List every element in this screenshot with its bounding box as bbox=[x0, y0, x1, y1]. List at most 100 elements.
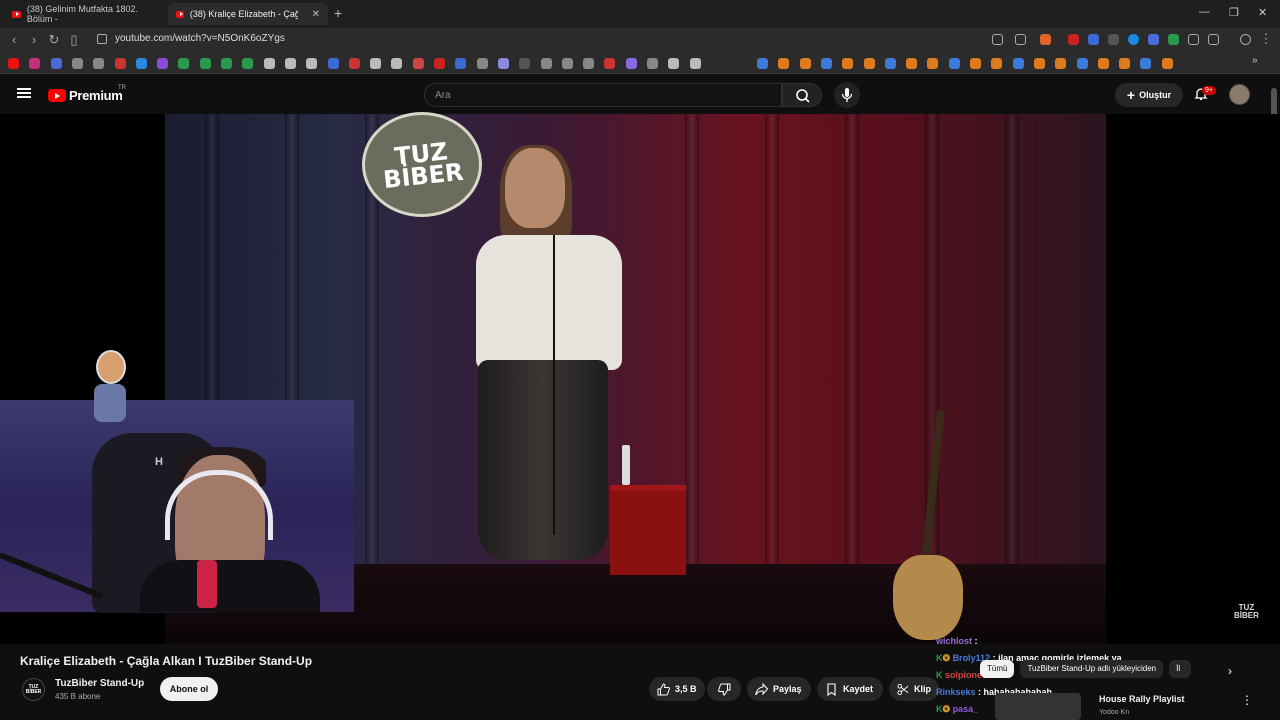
extension-icon[interactable] bbox=[1168, 34, 1179, 45]
back-icon[interactable]: ‹ bbox=[6, 32, 22, 47]
create-button[interactable]: + Oluştur bbox=[1115, 83, 1183, 107]
bookmark-favicon-icon[interactable] bbox=[263, 58, 275, 69]
subscribe-button[interactable]: Abone ol bbox=[160, 677, 218, 701]
url-field[interactable]: youtube.com/watch?v=N5OnK6oZYgs bbox=[115, 33, 285, 44]
bookmark-favicon-icon[interactable] bbox=[306, 58, 318, 69]
bookmark-favicon-icon[interactable] bbox=[476, 58, 488, 69]
search-button[interactable] bbox=[782, 83, 822, 107]
bookmark-favicon-icon[interactable] bbox=[1076, 58, 1088, 69]
share-page-icon[interactable] bbox=[1015, 34, 1026, 45]
bookmark-favicon-icon[interactable] bbox=[327, 58, 339, 69]
bookmark-favicon-icon[interactable] bbox=[647, 58, 658, 69]
extensions-puzzle-icon[interactable] bbox=[1188, 34, 1199, 45]
clip-button[interactable]: Klip bbox=[889, 677, 939, 701]
bookmark-favicon-icon[interactable] bbox=[863, 58, 875, 69]
bookmark-favicon-icon[interactable] bbox=[1097, 58, 1109, 69]
bookmark-favicon-icon[interactable] bbox=[927, 58, 939, 69]
chip-all[interactable]: Tümü bbox=[980, 660, 1015, 678]
bookmark-favicon-icon[interactable] bbox=[604, 58, 616, 69]
dislike-button[interactable] bbox=[707, 677, 741, 701]
bookmark-favicon-icon[interactable] bbox=[540, 58, 552, 69]
bookmark-favicon-icon[interactable] bbox=[284, 58, 296, 69]
bookmark-favicon-icon[interactable] bbox=[455, 58, 467, 69]
like-button[interactable]: 3,5 B bbox=[649, 677, 705, 701]
sidebar-icon[interactable] bbox=[1208, 34, 1219, 45]
site-info-icon[interactable] bbox=[97, 34, 107, 44]
browser-menu-icon[interactable]: ⋮ bbox=[1258, 31, 1274, 47]
bookmark-favicon-icon[interactable] bbox=[1161, 58, 1173, 69]
bookmark-favicon-icon[interactable] bbox=[370, 58, 382, 69]
bookmark-favicon-icon[interactable] bbox=[29, 58, 41, 69]
bookmark-favicon-icon[interactable] bbox=[948, 58, 960, 69]
bookmark-favicon-icon[interactable] bbox=[799, 58, 811, 69]
channel-avatar[interactable]: TUZ BİBER bbox=[22, 678, 45, 701]
youtube-logo[interactable]: Premium TR bbox=[48, 85, 126, 103]
bookmark-favicon-icon[interactable] bbox=[434, 58, 445, 69]
cast-icon[interactable] bbox=[992, 34, 1003, 45]
chip-related[interactable]: İl bbox=[1169, 660, 1192, 678]
search-input[interactable]: Ara bbox=[424, 83, 782, 107]
bookmark-favicon-icon[interactable] bbox=[348, 58, 360, 69]
bookmark-favicon-icon[interactable] bbox=[757, 58, 768, 69]
bookmark-favicon-icon[interactable] bbox=[497, 58, 509, 69]
more-options-icon[interactable]: ⋮ bbox=[1241, 693, 1253, 707]
bookmark-favicon-icon[interactable] bbox=[519, 58, 531, 69]
bookmark-favicon-icon[interactable] bbox=[391, 58, 403, 69]
bookmark-favicon-icon[interactable] bbox=[884, 58, 896, 69]
brave-shield-icon[interactable] bbox=[1040, 34, 1051, 45]
bookmark-favicon-icon[interactable] bbox=[135, 58, 147, 69]
minimize-button[interactable]: — bbox=[1199, 6, 1210, 18]
bookmark-favicon-icon[interactable] bbox=[71, 58, 83, 69]
new-tab-button[interactable]: + bbox=[334, 5, 342, 21]
bookmark-favicon-icon[interactable] bbox=[178, 58, 190, 69]
extension-icon[interactable] bbox=[1088, 34, 1099, 45]
bookmark-favicon-icon[interactable] bbox=[842, 58, 854, 69]
recommendation-thumbnail[interactable] bbox=[995, 693, 1081, 720]
media-icon[interactable] bbox=[1240, 34, 1251, 45]
extension-icon[interactable] bbox=[1148, 34, 1159, 45]
extension-icon[interactable] bbox=[1068, 34, 1079, 45]
bookmark-favicon-icon[interactable] bbox=[561, 58, 573, 69]
bookmark-favicon-icon[interactable] bbox=[820, 58, 832, 69]
bookmark-favicon-icon[interactable] bbox=[1140, 58, 1152, 69]
reload-icon[interactable]: ↻ bbox=[46, 32, 62, 48]
bookmark-favicon-icon[interactable] bbox=[50, 58, 62, 69]
channel-name[interactable]: TuzBiber Stand-Up bbox=[55, 678, 144, 689]
share-button[interactable]: Paylaş bbox=[747, 677, 811, 701]
bookmarks-overflow-icon[interactable]: » bbox=[1252, 55, 1263, 66]
bookmark-favicon-icon[interactable] bbox=[114, 58, 126, 69]
bookmark-favicon-icon[interactable] bbox=[970, 58, 981, 69]
bookmark-favicon-icon[interactable] bbox=[906, 58, 918, 69]
bookmark-favicon-icon[interactable] bbox=[93, 58, 105, 69]
close-window-button[interactable]: ✕ bbox=[1258, 6, 1267, 19]
chevron-right-icon[interactable]: › bbox=[1228, 664, 1232, 678]
extension-icon[interactable] bbox=[1128, 34, 1139, 45]
close-tab-icon[interactable]: ✕ bbox=[312, 9, 320, 20]
menu-icon[interactable] bbox=[17, 88, 31, 98]
bookmark-favicon-icon[interactable] bbox=[668, 58, 680, 69]
tab-kralice-elizabeth[interactable]: (38) Kraliçe Elizabeth - Çağla Alka ✕ bbox=[168, 3, 328, 25]
bookmark-favicon-icon[interactable] bbox=[1033, 58, 1045, 69]
bookmark-favicon-icon[interactable] bbox=[157, 58, 169, 69]
bookmark-favicon-icon[interactable] bbox=[991, 58, 1003, 69]
bookmark-favicon-icon[interactable] bbox=[412, 58, 424, 69]
avatar[interactable] bbox=[1229, 84, 1250, 105]
bookmark-favicon-icon[interactable] bbox=[8, 58, 19, 69]
bookmark-favicon-icon[interactable] bbox=[778, 58, 790, 69]
bookmark-favicon-icon[interactable] bbox=[1012, 58, 1024, 69]
voice-search-button[interactable] bbox=[834, 82, 860, 108]
forward-icon[interactable]: › bbox=[26, 32, 42, 47]
bookmark-favicon-icon[interactable] bbox=[1119, 58, 1131, 69]
save-button[interactable]: Kaydet bbox=[817, 677, 883, 701]
bookmark-favicon-icon[interactable] bbox=[625, 58, 637, 69]
bookmark-icon[interactable]: ▯ bbox=[66, 32, 82, 48]
bookmark-favicon-icon[interactable] bbox=[199, 58, 211, 69]
chip-from-uploader[interactable]: TuzBiber Stand-Up adlı yükleyiciden bbox=[1020, 660, 1164, 678]
tab-gelinim-mutfakta[interactable]: (38) Gelinim Mutfakta 1802. Bölüm - bbox=[4, 3, 164, 25]
bookmark-favicon-icon[interactable] bbox=[689, 58, 701, 69]
bookmark-favicon-icon[interactable] bbox=[221, 58, 232, 69]
bookmark-favicon-icon[interactable] bbox=[583, 58, 595, 69]
restore-button[interactable]: ❐ bbox=[1229, 6, 1239, 19]
bookmark-favicon-icon[interactable] bbox=[1055, 58, 1067, 69]
recommendation-title[interactable]: House Rally Playlist bbox=[1099, 694, 1185, 704]
